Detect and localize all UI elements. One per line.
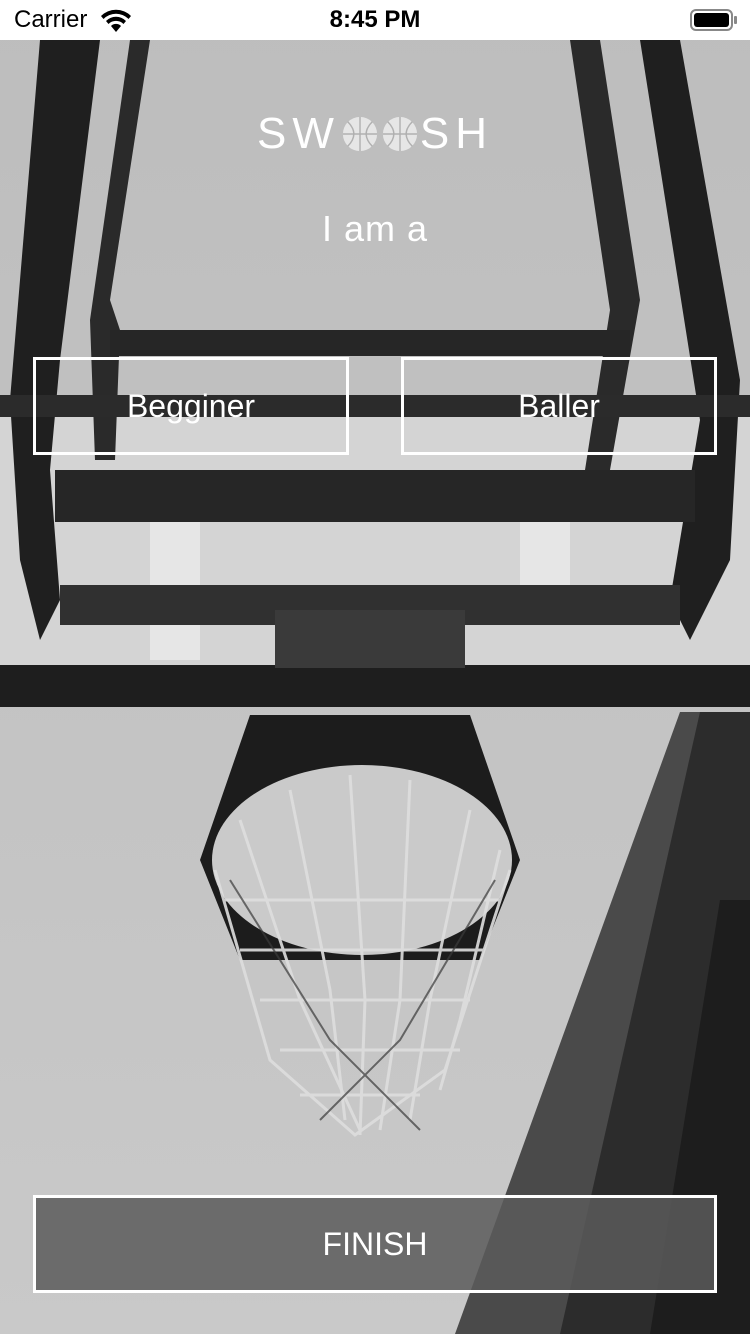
app-screen: Carrier 8:45 PM SW SH I am a Begginer Ba…	[0, 0, 750, 1334]
logo-text-right: SH	[419, 109, 493, 158]
background-photo	[0, 0, 750, 1334]
basketball-icon	[382, 116, 417, 152]
basketball-icon	[342, 116, 377, 152]
baller-button[interactable]: Baller	[401, 357, 717, 455]
status-time: 8:45 PM	[329, 6, 421, 33]
app-logo: SW SH	[0, 106, 750, 162]
beginner-button[interactable]: Begginer	[33, 357, 349, 455]
battery-icon	[690, 9, 737, 31]
status-bar: Carrier 8:45 PM	[0, 0, 750, 40]
logo-text-left: SW	[256, 109, 340, 158]
finish-button[interactable]: FINISH	[33, 1195, 717, 1293]
skill-prompt: I am a	[321, 208, 429, 249]
